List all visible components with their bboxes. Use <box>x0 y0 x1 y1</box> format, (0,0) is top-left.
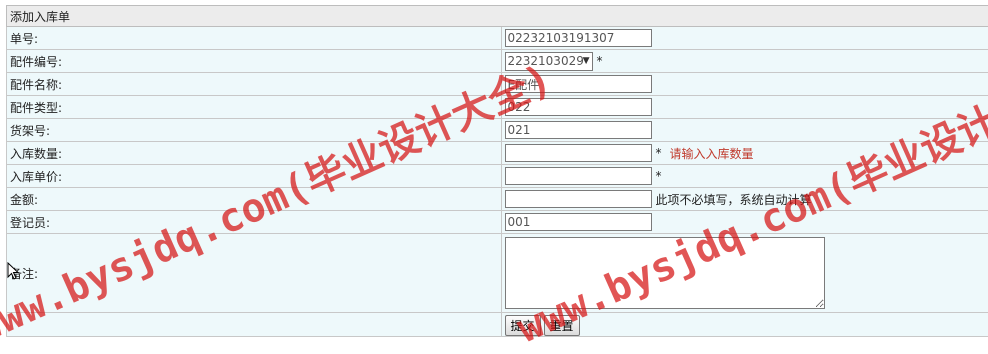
row-part-type: 配件类型: <box>7 96 988 119</box>
row-quantity: 入库数量: * 请输入入库数量 <box>7 142 988 165</box>
submit-button[interactable]: 提交 <box>505 315 541 336</box>
shelf-no-input[interactable] <box>505 121 652 139</box>
part-no-select[interactable]: 2232103029▼ <box>505 52 593 71</box>
part-name-label: 配件名称: <box>7 73 502 96</box>
row-shelf-no: 货架号: <box>7 119 988 142</box>
quantity-input[interactable] <box>505 144 652 162</box>
row-remark: 备注: <box>7 234 988 313</box>
row-unit-price: 入库单价: * <box>7 165 988 188</box>
row-registrar: 登记员: <box>7 211 988 234</box>
row-part-name: 配件名称: <box>7 73 988 96</box>
row-amount: 金额: 此项不必填写，系统自动计算 <box>7 188 988 211</box>
order-no-label: 单号: <box>7 27 502 50</box>
amount-input[interactable] <box>505 190 652 208</box>
mouse-cursor-icon <box>7 262 19 280</box>
form-title: 添加入库单 <box>7 6 988 27</box>
required-mark: * <box>597 54 603 68</box>
required-mark: * <box>656 146 662 160</box>
unit-price-label: 入库单价: <box>7 165 502 188</box>
registrar-input[interactable] <box>505 213 652 231</box>
order-no-input[interactable] <box>505 29 652 47</box>
unit-price-input[interactable] <box>505 167 652 185</box>
part-type-label: 配件类型: <box>7 96 502 119</box>
part-name-input[interactable] <box>505 75 652 93</box>
chevron-down-icon: ▼ <box>583 53 590 70</box>
quantity-hint: 请输入入库数量 <box>670 147 754 161</box>
row-part-no: 配件编号: 2232103029▼ * <box>7 50 988 73</box>
registrar-label: 登记员: <box>7 211 502 234</box>
quantity-label: 入库数量: <box>7 142 502 165</box>
part-type-input[interactable] <box>505 98 652 116</box>
amount-label: 金额: <box>7 188 502 211</box>
required-mark: * <box>656 169 662 183</box>
remark-label: 备注: <box>7 234 502 313</box>
part-no-selected-value: 2232103029 <box>508 54 584 68</box>
row-buttons: 提交重置 <box>7 313 988 337</box>
amount-hint: 此项不必填写，系统自动计算 <box>656 193 812 207</box>
row-order-no: 单号: <box>7 27 988 50</box>
remark-textarea[interactable] <box>505 237 825 309</box>
shelf-no-label: 货架号: <box>7 119 502 142</box>
reset-button[interactable]: 重置 <box>544 315 580 336</box>
part-no-label: 配件编号: <box>7 50 502 73</box>
stock-in-form: 添加入库单 单号: 配件编号: 2232103029▼ * 配件名称: 配件类型:… <box>6 5 988 337</box>
